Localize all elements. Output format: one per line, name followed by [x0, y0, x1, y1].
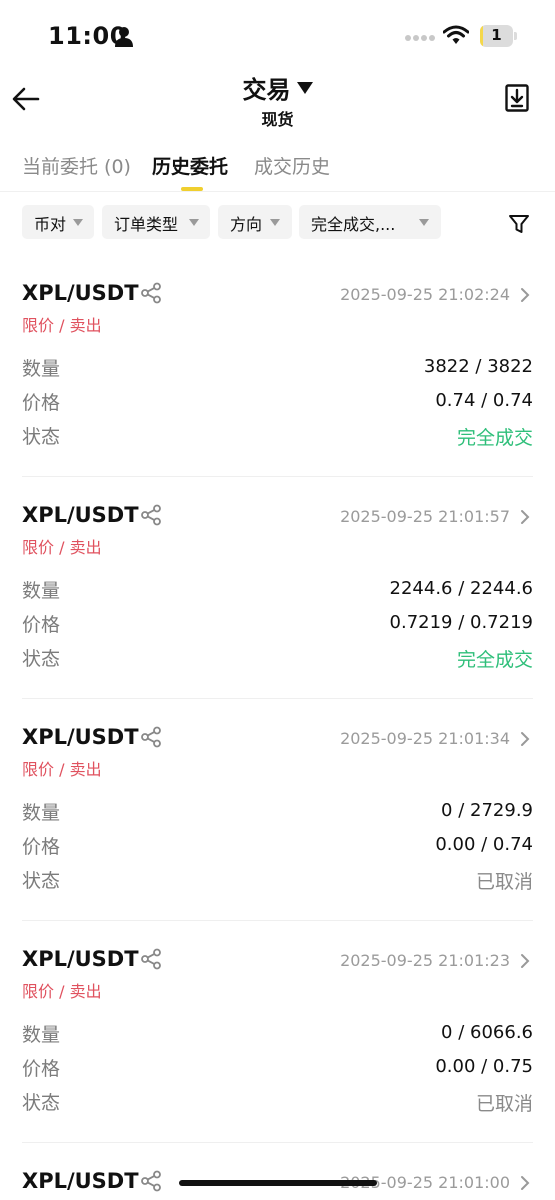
filter-order-type-label: 订单类型 [114, 215, 179, 234]
tab-trade-history[interactable]: 成交历史 [254, 152, 330, 179]
divider [22, 920, 533, 921]
title-dropdown[interactable]: 交易 [0, 70, 555, 105]
order-type: 限价 / 卖出 [22, 982, 102, 1001]
filter-direction[interactable]: 方向 [218, 205, 292, 239]
order-pair: XPL/USDT [22, 725, 139, 749]
order-type: 限价 / 卖出 [22, 538, 102, 557]
status-value: 已取消 [475, 1093, 533, 1115]
header: 交易 现货 [0, 62, 555, 138]
status-label: 状态 [22, 1092, 61, 1114]
order-pair: XPL/USDT [22, 947, 139, 971]
order-card[interactable]: XPL/USDT 2025-09-25 21:01:57 限价 / 卖出 数量 … [0, 484, 555, 706]
share-icon[interactable] [140, 504, 162, 526]
share-icon[interactable] [140, 1170, 162, 1192]
chevron-right-icon[interactable] [519, 1174, 531, 1192]
quantity-value: 3822 / 3822 [423, 356, 533, 377]
filter-icon[interactable] [508, 213, 530, 235]
quantity-label: 数量 [22, 802, 61, 824]
status-label: 状态 [22, 426, 61, 448]
chevron-right-icon[interactable] [519, 286, 531, 304]
status-value: 完全成交 [456, 649, 533, 671]
order-pair: XPL/USDT [22, 1169, 139, 1193]
filter-direction-label: 方向 [230, 215, 263, 234]
price-value: 0.00 / 0.74 [435, 834, 533, 855]
download-icon[interactable] [505, 84, 529, 112]
share-icon[interactable] [140, 282, 162, 304]
status-label: 状态 [22, 870, 61, 892]
quantity-value: 2244.6 / 2244.6 [389, 578, 533, 599]
status-label: 状态 [22, 648, 61, 670]
caret-down-icon [73, 219, 83, 226]
wifi-icon [443, 25, 469, 44]
divider [22, 476, 533, 477]
caret-down-icon [296, 82, 313, 94]
caret-down-icon [189, 219, 199, 226]
order-card[interactable]: XPL/USDT 2025-09-25 21:01:34 限价 / 卖出 数量 … [0, 706, 555, 928]
order-time: 2025-09-25 21:02:24 [340, 285, 510, 304]
filter-status[interactable]: 完全成交,... [299, 205, 441, 239]
status-bar: 11:00 1 [0, 0, 555, 62]
chevron-right-icon[interactable] [519, 508, 531, 526]
caret-down-icon [270, 219, 280, 226]
chevron-right-icon[interactable] [519, 730, 531, 748]
divider [22, 698, 533, 699]
person-icon [115, 27, 133, 47]
battery-level: 1 [491, 26, 502, 44]
page-title: 交易 [242, 76, 291, 104]
status-value: 已取消 [475, 871, 533, 893]
order-type: 限价 / 卖出 [22, 760, 102, 779]
order-type: 限价 / 卖出 [22, 316, 102, 335]
order-pair: XPL/USDT [22, 281, 139, 305]
price-label: 价格 [22, 392, 61, 414]
quantity-label: 数量 [22, 358, 61, 380]
chevron-right-icon[interactable] [519, 952, 531, 970]
divider [22, 1142, 533, 1143]
quantity-label: 数量 [22, 1024, 61, 1046]
price-label: 价格 [22, 1058, 61, 1080]
order-card[interactable]: XPL/USDT 2025-09-25 21:01:23 限价 / 卖出 数量 … [0, 928, 555, 1150]
quantity-value: 0 / 2729.9 [441, 800, 533, 821]
tab-order-history[interactable]: 历史委托 [152, 152, 228, 179]
status-value: 完全成交 [456, 427, 533, 449]
order-time: 2025-09-25 21:01:57 [340, 507, 510, 526]
price-value: 0.74 / 0.74 [435, 390, 533, 411]
share-icon[interactable] [140, 726, 162, 748]
battery-icon: 1 [480, 25, 517, 47]
filter-pair-label: 币对 [34, 215, 67, 234]
page-subtitle: 现货 [261, 110, 294, 129]
price-label: 价格 [22, 614, 61, 636]
filter-bar: 币对 订单类型 方向 完全成交,... [0, 205, 555, 241]
tab-current-orders[interactable]: 当前委托 (0) [22, 152, 131, 179]
order-tabs: 当前委托 (0) 历史委托 成交历史 [0, 142, 555, 192]
price-value: 0.7219 / 0.7219 [389, 612, 533, 633]
order-card[interactable]: XPL/USDT 2025-09-25 21:01:00 [0, 1150, 555, 1200]
signal-dots-icon [405, 35, 435, 41]
price-label: 价格 [22, 836, 61, 858]
filter-order-type[interactable]: 订单类型 [102, 205, 210, 239]
home-indicator[interactable] [179, 1180, 377, 1186]
order-card[interactable]: XPL/USDT 2025-09-25 21:02:24 限价 / 卖出 数量 … [0, 262, 555, 484]
quantity-label: 数量 [22, 580, 61, 602]
quantity-value: 0 / 6066.6 [441, 1022, 533, 1043]
order-time: 2025-09-25 21:01:23 [340, 951, 510, 970]
price-value: 0.00 / 0.75 [435, 1056, 533, 1077]
filter-status-label: 完全成交,... [311, 215, 396, 234]
order-pair: XPL/USDT [22, 503, 139, 527]
order-time: 2025-09-25 21:01:34 [340, 729, 510, 748]
active-tab-indicator [181, 187, 203, 191]
caret-down-icon [419, 219, 429, 226]
filter-pair[interactable]: 币对 [22, 205, 94, 239]
share-icon[interactable] [140, 948, 162, 970]
